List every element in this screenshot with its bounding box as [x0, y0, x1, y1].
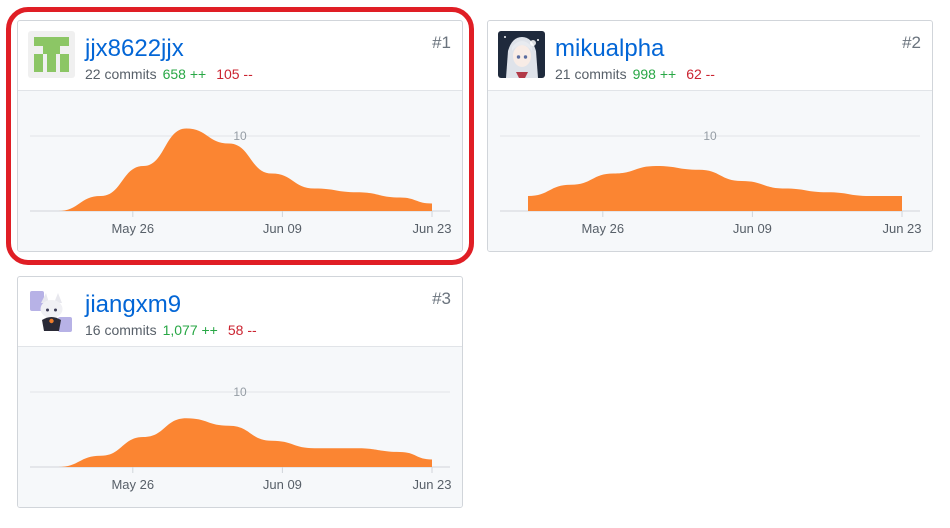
contributor-username-link[interactable]: mikualpha — [555, 35, 664, 63]
contributor-rank: #3 — [432, 289, 451, 308]
contributor-stats: 22 commits 658 ++ 105 -- — [85, 65, 253, 83]
y-tick-label: 10 — [703, 129, 717, 143]
commit-activity-chart: 10 May 26 Jun 09 Jun 23 — [18, 347, 462, 507]
commit-count: 16 commits — [85, 322, 157, 338]
additions-count: 1,077 ++ — [162, 322, 218, 338]
commit-activity-chart: 10 May 26 Jun 09 Jun 23 — [488, 91, 932, 251]
commit-activity-chart: 10 May 26 Jun 09 Jun 23 — [18, 91, 462, 251]
additions-count: 658 ++ — [162, 66, 207, 82]
contributor-header: jjx8622jjx 22 commits 658 ++ 105 -- #1 — [18, 21, 462, 91]
commit-count: 22 commits — [85, 66, 157, 82]
contributor-card: mikualpha 21 commits 998 ++ 62 -- #2 10 May… — [487, 20, 933, 252]
x-tick-label: May 26 — [111, 477, 154, 492]
commit-area — [528, 166, 902, 211]
commit-activity-svg: 10 May 26 Jun 09 Jun 23 — [30, 128, 452, 236]
x-tick-label: Jun 09 — [263, 221, 302, 236]
commit-area — [58, 418, 432, 467]
x-tick-label: Jun 23 — [412, 477, 451, 492]
x-tick-label: May 26 — [111, 221, 154, 236]
identicon-avatar[interactable] — [28, 31, 75, 78]
anime-character-avatar[interactable] — [28, 287, 75, 334]
commit-activity-svg: 10 May 26 Jun 09 Jun 23 — [30, 385, 452, 492]
contributors-grid: jjx8622jjx 22 commits 658 ++ 105 -- #1 10 M… — [0, 0, 950, 528]
anime-girl-avatar[interactable] — [498, 31, 545, 78]
deletions-count: 62 -- — [686, 66, 715, 82]
contributor-header: mikualpha 21 commits 998 ++ 62 -- #2 — [488, 21, 932, 91]
contributor-card: jjx8622jjx 22 commits 658 ++ 105 -- #1 10 M… — [17, 20, 463, 252]
deletions-count: 105 -- — [216, 66, 253, 82]
contributor-username-link[interactable]: jjx8622jjx — [85, 35, 184, 63]
contributor-card: jiangxm9 16 commits 1,077 ++ 58 -- #3 10 Ma… — [17, 276, 463, 508]
y-tick-label: 10 — [233, 385, 247, 399]
contributor-rank: #1 — [432, 33, 451, 52]
y-tick-label: 10 — [233, 129, 247, 143]
commit-count: 21 commits — [555, 66, 627, 82]
contributor-header: jiangxm9 16 commits 1,077 ++ 58 -- #3 — [18, 277, 462, 347]
x-tick-label: Jun 23 — [882, 221, 921, 236]
additions-count: 998 ++ — [632, 66, 677, 82]
contributor-stats: 21 commits 998 ++ 62 -- — [555, 65, 715, 83]
commit-activity-svg: 10 May 26 Jun 09 Jun 23 — [500, 129, 922, 236]
x-tick-label: May 26 — [581, 221, 624, 236]
contributor-stats: 16 commits 1,077 ++ 58 -- — [85, 321, 257, 339]
x-tick-label: Jun 09 — [263, 477, 302, 492]
contributor-rank: #2 — [902, 33, 921, 52]
x-tick-label: Jun 23 — [412, 221, 451, 236]
x-tick-label: Jun 09 — [733, 221, 772, 236]
contributor-username-link[interactable]: jiangxm9 — [85, 291, 181, 319]
deletions-count: 58 -- — [227, 322, 257, 338]
